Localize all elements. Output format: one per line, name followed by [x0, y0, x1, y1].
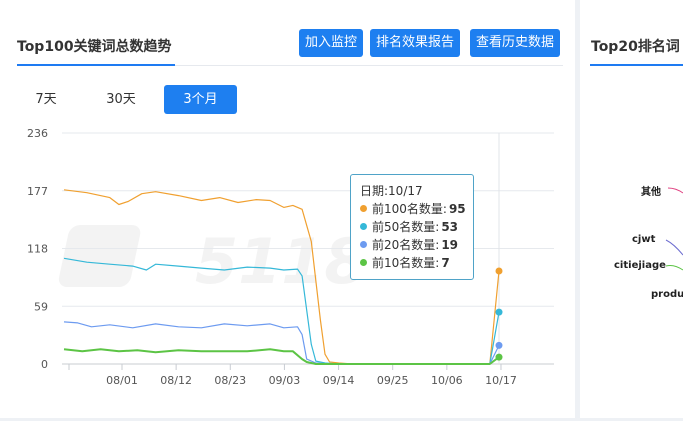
tooltip-label: 前50名数量:	[372, 220, 440, 234]
watermark-text: 5118	[195, 225, 368, 298]
x-tick-label: 09/14	[323, 374, 355, 387]
series-point[interactable]	[495, 267, 503, 275]
tooltip-date: 日期:10/17	[360, 184, 423, 198]
x-tick-label: 10/17	[485, 374, 517, 387]
tooltip-row-top10: 前10名数量: 7	[360, 254, 473, 272]
watermark-logo: 5118	[58, 225, 368, 298]
tooltip-row-top20: 前20名数量: 19	[360, 236, 473, 254]
leader-line	[665, 265, 683, 271]
series-line	[63, 321, 500, 365]
tooltip-value: 19	[441, 238, 459, 252]
series-point[interactable]	[495, 353, 503, 361]
y-tick-label: 0	[41, 358, 48, 371]
top20-keywords-panel: Top20排名词 其他 cjwt citiejiage produ	[580, 0, 683, 418]
series-line	[63, 348, 500, 365]
legend-cjwt: cjwt	[632, 234, 656, 245]
x-tick-label: 09/03	[269, 374, 301, 387]
leader-line	[667, 187, 683, 194]
y-tick-label: 59	[34, 300, 48, 313]
trend-chart: 5118 0 59 118 177 236 08/01 08/12 08/23 09/03 09…	[27, 127, 554, 387]
top10-dot-icon	[360, 259, 367, 266]
chart-tooltip: 日期:10/17 前100名数量: 95 前50名数量: 53 前20名数量: 19 …	[350, 174, 474, 280]
x-tick-label: 08/23	[214, 374, 246, 387]
keyword-trend-panel: Top100关键词总数趋势 加入监控 排名效果报告 查看历史数据 7天 30天 …	[0, 0, 575, 418]
pie-leader-lines	[665, 187, 683, 271]
legend-other: 其他	[641, 187, 661, 198]
tooltip-row-top100: 前100名数量: 95	[360, 200, 473, 218]
legend-produ: produ	[651, 289, 683, 300]
x-tick-label: 08/12	[160, 374, 192, 387]
top100-dot-icon	[360, 205, 367, 212]
tooltip-label: 前10名数量:	[372, 256, 440, 270]
top50-dot-icon	[360, 223, 367, 230]
x-tick-label: 10/06	[431, 374, 463, 387]
series-point[interactable]	[495, 308, 503, 316]
y-tick-label: 177	[27, 185, 48, 198]
x-tick-label: 09/25	[377, 374, 409, 387]
tooltip-value: 53	[441, 220, 459, 234]
tooltip-value: 95	[448, 202, 466, 216]
x-tick-label: 08/01	[106, 374, 138, 387]
tooltip-value: 7	[441, 256, 450, 270]
tooltip-label: 前20名数量:	[372, 238, 440, 252]
tooltip-label: 前100名数量:	[372, 202, 447, 216]
y-tick-label: 118	[27, 243, 48, 256]
series-point[interactable]	[495, 341, 503, 349]
top20-dot-icon	[360, 241, 367, 248]
legend-citiejiage: citiejiage	[614, 260, 666, 271]
y-tick-label: 236	[27, 127, 48, 140]
page: Top100关键词总数趋势 加入监控 排名效果报告 查看历史数据 7天 30天 …	[0, 0, 683, 421]
leader-line	[665, 239, 683, 256]
tooltip-row-top50: 前50名数量: 53	[360, 218, 473, 236]
